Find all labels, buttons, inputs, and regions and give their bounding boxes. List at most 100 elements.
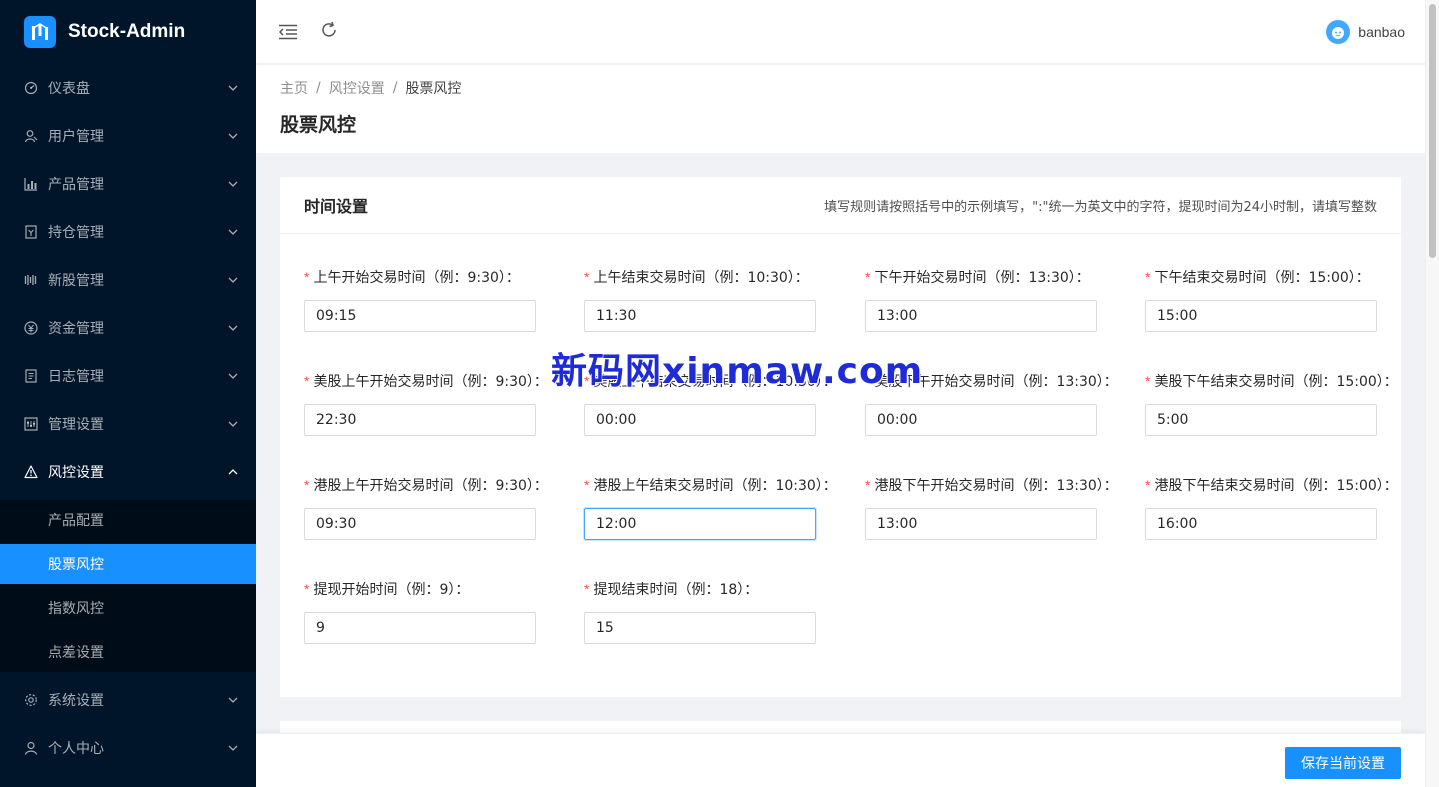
breadcrumb-separator: / bbox=[392, 80, 398, 96]
form-label: * 上午结束交易时间（例：10:30）： bbox=[584, 266, 816, 288]
required-mark: * bbox=[584, 477, 590, 493]
user-icon bbox=[24, 129, 38, 143]
card-title: 时间设置 bbox=[304, 197, 369, 216]
us-am-start-time-input[interactable] bbox=[304, 404, 536, 436]
sidebar-item-risk-settings[interactable]: 风控设置 bbox=[0, 448, 256, 496]
chevron-down-icon bbox=[228, 83, 238, 93]
pm-end-time-input[interactable] bbox=[1145, 300, 1377, 332]
sidebar-item-label: 产品管理 bbox=[48, 177, 104, 193]
form-label: * 上午开始交易时间（例：9:30）： bbox=[304, 266, 536, 288]
sidebar-item-index-risk[interactable]: 指数风控 bbox=[0, 588, 256, 628]
pm-start-time-input[interactable] bbox=[865, 300, 1097, 332]
sidebar-item-label: 产品配置 bbox=[48, 513, 104, 529]
warning-icon bbox=[24, 465, 38, 479]
required-mark: * bbox=[1145, 373, 1151, 389]
money-icon bbox=[24, 321, 38, 335]
hk-pm-start-time-input[interactable] bbox=[865, 508, 1097, 540]
form-label: * 美股下午结束交易时间（例：15:00）： bbox=[1145, 370, 1398, 392]
sidebar-item-label: 持仓管理 bbox=[48, 225, 104, 241]
form-item: * 下午开始交易时间（例：13:30）： bbox=[865, 266, 1097, 332]
breadcrumb-separator: / bbox=[316, 80, 321, 96]
form-item: * 港股下午结束交易时间（例：15:00）： bbox=[1145, 474, 1398, 540]
form-item: * 美股上午开始交易时间（例：9:30）： bbox=[304, 370, 548, 436]
breadcrumb: 主页 / 风控设置 / 股票风控 bbox=[280, 78, 1401, 98]
sidebar-item-dashboard[interactable]: 仪表盘 bbox=[0, 64, 256, 112]
logo[interactable]: Stock-Admin bbox=[0, 0, 256, 64]
form-label: * 港股上午开始交易时间（例：9:30）： bbox=[304, 474, 548, 496]
chevron-down-icon bbox=[228, 419, 238, 429]
form-label: * 港股下午结束交易时间（例：15:00）： bbox=[1145, 474, 1398, 496]
scrollbar-thumb[interactable] bbox=[1429, 4, 1436, 258]
reload-icon[interactable] bbox=[319, 20, 339, 40]
breadcrumb-home[interactable]: 主页 bbox=[280, 78, 308, 98]
hk-am-end-time-input[interactable] bbox=[584, 508, 816, 540]
sidebar-item-ipo[interactable]: 新股管理 bbox=[0, 256, 256, 304]
field-label: 港股下午结束交易时间（例：15:00）： bbox=[1154, 478, 1398, 494]
chevron-up-icon bbox=[228, 467, 238, 477]
form-item: * 下午结束交易时间（例：15:00）： bbox=[1145, 266, 1377, 332]
sidebar-item-label: 点差设置 bbox=[48, 645, 104, 661]
required-mark: * bbox=[584, 373, 590, 389]
am-end-time-input[interactable] bbox=[584, 300, 816, 332]
withdraw-start-time-input[interactable] bbox=[304, 612, 536, 644]
sidebar-item-logs[interactable]: 日志管理 bbox=[0, 352, 256, 400]
sidebar-item-products[interactable]: 产品管理 bbox=[0, 160, 256, 208]
sidebar-item-label: 管理设置 bbox=[48, 417, 104, 433]
scrollbar[interactable] bbox=[1425, 0, 1439, 787]
sidebar-item-positions[interactable]: 持仓管理 bbox=[0, 208, 256, 256]
us-pm-end-time-input[interactable] bbox=[1145, 404, 1377, 436]
form-item: * 上午结束交易时间（例：10:30）： bbox=[584, 266, 816, 332]
form-item: * 港股下午开始交易时间（例：13:30）： bbox=[865, 474, 1118, 540]
hk-am-start-time-input[interactable] bbox=[304, 508, 536, 540]
sidebar-item-product-config[interactable]: 产品配置 bbox=[0, 500, 256, 540]
form-label: * 港股上午结束交易时间（例：10:30）： bbox=[584, 474, 837, 496]
hk-pm-end-time-input[interactable] bbox=[1145, 508, 1377, 540]
sidebar-item-admin-settings[interactable]: 管理设置 bbox=[0, 400, 256, 448]
sidebar-item-label: 指数风控 bbox=[48, 601, 104, 617]
chevron-down-icon bbox=[228, 227, 238, 237]
save-settings-button[interactable]: 保存当前设置 bbox=[1285, 747, 1401, 779]
field-label: 港股下午开始交易时间（例：13:30）： bbox=[874, 478, 1118, 494]
withdraw-end-time-input[interactable] bbox=[584, 612, 816, 644]
chevron-down-icon bbox=[228, 131, 238, 141]
required-mark: * bbox=[304, 581, 310, 597]
app-name: Stock-Admin bbox=[68, 21, 186, 42]
logo-icon bbox=[24, 16, 56, 48]
required-mark: * bbox=[584, 269, 590, 285]
chevron-down-icon bbox=[228, 275, 238, 285]
sidebar-item-label: 新股管理 bbox=[48, 273, 104, 289]
chevron-down-icon bbox=[228, 743, 238, 753]
form-label: * 港股下午开始交易时间（例：13:30）： bbox=[865, 474, 1118, 496]
required-mark: * bbox=[584, 581, 590, 597]
field-label: 美股下午开始交易时间（例：13:30）： bbox=[874, 374, 1118, 390]
user-menu[interactable]: banbao bbox=[1326, 20, 1405, 44]
sidebar-item-label: 系统设置 bbox=[48, 693, 104, 709]
sidebar-item-label: 日志管理 bbox=[48, 369, 104, 385]
log-icon bbox=[24, 369, 38, 383]
breadcrumb-section[interactable]: 风控设置 bbox=[329, 78, 385, 98]
field-label: 下午开始交易时间（例：13:30）： bbox=[874, 270, 1090, 286]
sidebar-item-spread-settings[interactable]: 点差设置 bbox=[0, 632, 256, 672]
sidebar-item-users[interactable]: 用户管理 bbox=[0, 112, 256, 160]
chart-icon bbox=[24, 177, 38, 191]
sidebar-item-profile[interactable]: 个人中心 bbox=[0, 724, 256, 772]
sidebar-item-funds[interactable]: 资金管理 bbox=[0, 304, 256, 352]
sidebar-item-label: 风控设置 bbox=[48, 465, 104, 481]
chevron-down-icon bbox=[228, 695, 238, 705]
chevron-down-icon bbox=[228, 179, 238, 189]
field-label: 美股上午结束交易时间（例：10:30）： bbox=[593, 374, 837, 390]
required-mark: * bbox=[1145, 477, 1151, 493]
dashboard-icon bbox=[24, 81, 38, 95]
sidebar-item-system-settings[interactable]: 系统设置 bbox=[0, 676, 256, 724]
us-pm-start-time-input[interactable] bbox=[865, 404, 1097, 436]
card-hint: 填写规则请按照括号中的示例填写，":"统一为英文中的字符，提现时间为24小时制，… bbox=[824, 199, 1377, 215]
sidebar-item-stock-risk[interactable]: 股票风控 bbox=[0, 544, 256, 584]
am-start-time-input[interactable] bbox=[304, 300, 536, 332]
menu-fold-icon[interactable] bbox=[278, 22, 298, 42]
us-am-end-time-input[interactable] bbox=[584, 404, 816, 436]
form-label: * 美股上午结束交易时间（例：10:30）： bbox=[584, 370, 837, 392]
form-label: * 提现开始时间（例：9）： bbox=[304, 578, 536, 600]
sidebar-item-label: 用户管理 bbox=[48, 129, 104, 145]
required-mark: * bbox=[865, 373, 871, 389]
sidebar-item-label: 资金管理 bbox=[48, 321, 104, 337]
